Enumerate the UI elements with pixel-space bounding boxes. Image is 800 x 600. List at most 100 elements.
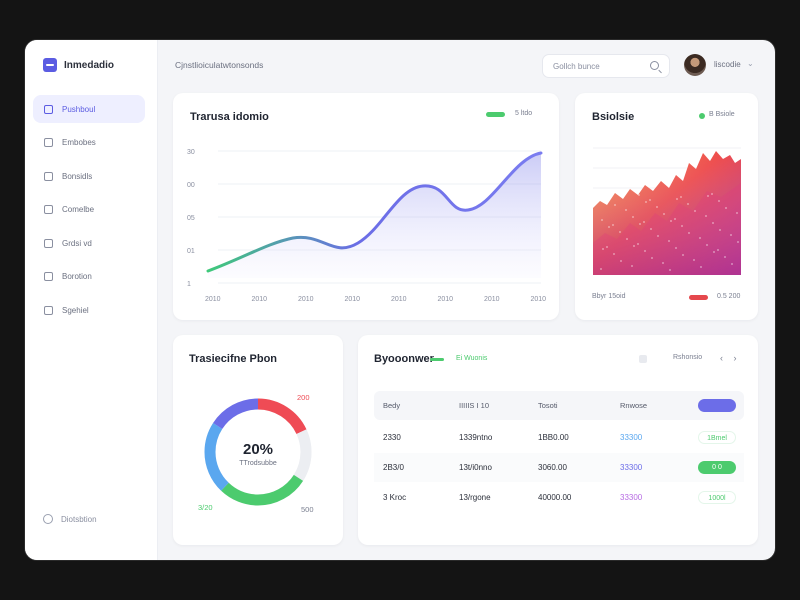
heat-dot xyxy=(632,216,634,218)
heat-dot xyxy=(651,257,653,259)
donut-card: Trasiecifne Pbon 20% TTrodsubbe 200 3/20… xyxy=(173,335,343,545)
x-tick-label: 2010 xyxy=(484,296,500,303)
heat-dot xyxy=(699,237,701,239)
heat-dot xyxy=(620,260,622,262)
sidebar-item-3[interactable]: Comelbe xyxy=(33,196,145,224)
status-badge[interactable]: 1Bmel xyxy=(698,431,736,444)
user-name[interactable]: liscodie xyxy=(714,60,741,69)
heat-dot xyxy=(711,193,713,195)
sidebar-item-5[interactable]: Borotion xyxy=(33,263,145,291)
heat-dot xyxy=(712,222,714,224)
table-cell: 33300 xyxy=(620,433,643,442)
chart-icon xyxy=(44,238,53,248)
pager-arrows[interactable]: ‹ › xyxy=(720,353,741,363)
sidebar-item-label: Borotion xyxy=(62,272,92,281)
table-row[interactable]: 2330 1339ntno 1BB0.00 33300 1Bmel xyxy=(374,423,744,452)
heat-dot xyxy=(601,219,603,221)
filter-icon[interactable] xyxy=(639,355,647,363)
sidebar-item-label: Sgehiel xyxy=(62,305,89,315)
heat-dot xyxy=(643,221,645,223)
donut-chart xyxy=(204,398,312,506)
avatar[interactable] xyxy=(684,54,706,76)
table-cell: 2330 xyxy=(383,433,401,442)
heat-footer-left: Bbyr 15oid xyxy=(592,293,626,300)
breadcrumb[interactable]: Cjnstlioiculatwtonsonds xyxy=(175,60,263,70)
heat-dot xyxy=(631,265,633,267)
heat-dot xyxy=(649,199,651,201)
col-header[interactable]: Bedy xyxy=(383,401,400,410)
status-badge[interactable]: 0 0 xyxy=(698,461,736,474)
sidebar-settings-link[interactable]: Diotsbtion xyxy=(43,514,97,524)
heat-dot xyxy=(694,210,696,212)
table-card: Byooonwer Ei Wuonis Rshonsio ‹ › Bedy II… xyxy=(358,335,758,545)
sidebar-item-1[interactable]: Embobes xyxy=(33,129,145,157)
table-row[interactable]: 2B3/0 13t/i0nno 3060.00 33300 0 0 xyxy=(374,453,744,482)
heat-dot xyxy=(682,254,684,256)
y-tick-label: 05 xyxy=(187,215,195,222)
heat-dot xyxy=(644,250,646,252)
column-toggle-pill[interactable] xyxy=(698,399,736,412)
chevron-down-icon[interactable]: ⌄ xyxy=(747,59,754,68)
donut-center-label: TTrodsubbe xyxy=(239,460,277,467)
sidebar-settings-label: Diotsbtion xyxy=(61,514,97,524)
y-tick-label: 1 xyxy=(187,281,191,288)
heat-dot xyxy=(638,194,640,196)
sidebar-item-label: Comelbe xyxy=(62,205,95,214)
status-badge[interactable]: 1000l xyxy=(698,491,736,504)
donut-label-top: 200 xyxy=(297,393,310,402)
heat-dot xyxy=(650,228,652,230)
search-input[interactable]: Gollch bunce xyxy=(542,54,670,78)
col-header[interactable]: IIIIIS I 10 xyxy=(459,401,489,410)
heat-dot xyxy=(719,229,721,231)
table-header-row: Bedy IIIIIS I 10 Tosoti Rnwose xyxy=(374,391,744,420)
search-placeholder: Gollch bunce xyxy=(553,62,600,71)
heat-dot xyxy=(607,197,609,199)
line-chart-card: Trarusa idomio 5 ltdo 30 00 05 01 1 2010 2010 2… xyxy=(173,93,559,320)
table-title: Byooonwer xyxy=(374,353,434,365)
x-tick-label: 2010 xyxy=(205,296,221,303)
heat-dot xyxy=(662,262,664,264)
x-tick-label: 2010 xyxy=(531,296,547,303)
home-icon xyxy=(44,104,53,114)
heat-dot xyxy=(656,206,658,208)
col-header[interactable]: Tosoti xyxy=(538,401,558,410)
gear-icon xyxy=(43,514,53,524)
heat-dot xyxy=(681,225,683,227)
search-icon[interactable] xyxy=(650,61,659,70)
table-row[interactable]: 3 Kroc 13/rgone 40000.00 33300 1000l xyxy=(374,483,744,512)
document-icon xyxy=(44,138,53,147)
sidebar-item-6[interactable]: Sgehiel xyxy=(33,296,145,324)
sidebar-item-4[interactable]: Grdsi vd xyxy=(33,229,145,257)
heat-dot xyxy=(676,198,678,200)
table-cell: 33300 xyxy=(620,463,643,472)
heat-dot xyxy=(645,201,647,203)
donut-label-right: 500 xyxy=(301,505,314,514)
x-tick-label: 2010 xyxy=(345,296,361,303)
table-badge[interactable]: Ei Wuonis xyxy=(456,355,487,362)
heat-dot xyxy=(693,259,695,261)
heat-dot xyxy=(713,251,715,253)
sidebar-item-0[interactable]: Pushboul xyxy=(33,95,145,123)
heat-dot xyxy=(725,207,727,209)
heat-dot xyxy=(717,249,719,251)
heat-dot xyxy=(608,226,610,228)
file-icon xyxy=(44,305,53,315)
heat-dot xyxy=(600,268,602,270)
sidebar-item-label: Embobes xyxy=(62,138,96,147)
table-cell: 33300 xyxy=(620,493,643,502)
sidebar-item-2[interactable]: Bonsidls xyxy=(33,162,145,190)
heat-dot xyxy=(670,220,672,222)
sidebar-item-label: Pushboul xyxy=(62,104,96,114)
heat-dot xyxy=(657,235,659,237)
y-tick-label: 00 xyxy=(187,182,195,189)
table-cell: 3 Kroc xyxy=(383,493,407,502)
filter-label[interactable]: Rshonsio xyxy=(673,354,702,361)
table-cell: 2B3/0 xyxy=(383,463,404,472)
x-tick-label: 2010 xyxy=(438,296,454,303)
heat-dot xyxy=(724,256,726,258)
brand[interactable]: Inmedadio xyxy=(43,58,114,72)
table-cell: 13t/i0nno xyxy=(459,463,492,472)
col-header[interactable]: Rnwose xyxy=(620,401,647,410)
folder-icon xyxy=(44,205,53,214)
heat-footer-swatch xyxy=(689,295,708,300)
